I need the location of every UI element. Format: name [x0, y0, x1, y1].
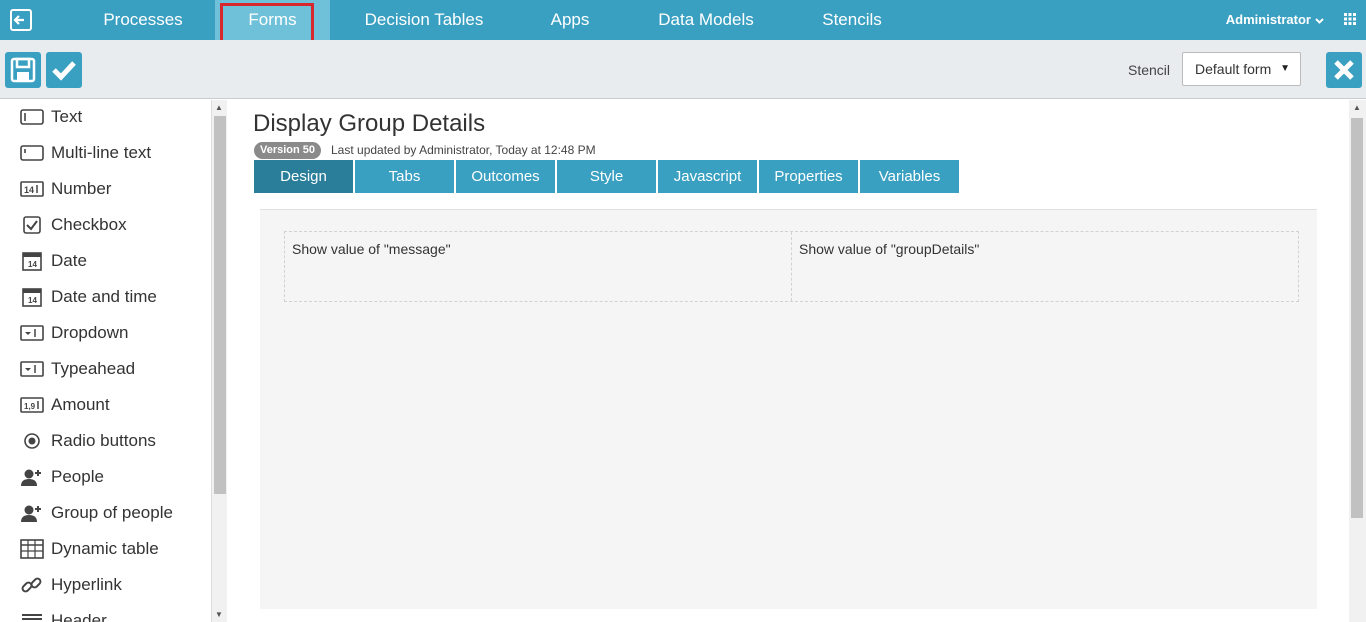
palette-item-label: Checkbox: [51, 215, 127, 234]
palette-item-label: Group of people: [51, 503, 173, 522]
palette-item-number[interactable]: 14 Number: [20, 177, 111, 201]
palette-item-checkbox[interactable]: Checkbox: [20, 213, 127, 237]
number-icon: 14: [20, 179, 44, 199]
palette-item-radio-buttons[interactable]: Radio buttons: [20, 429, 156, 453]
multiline-text-icon: [20, 143, 44, 163]
palette-item-label: People: [51, 467, 104, 486]
tab-style[interactable]: Style: [557, 160, 656, 193]
scroll-down-icon[interactable]: ▼: [215, 610, 223, 619]
tab-javascript[interactable]: Javascript: [658, 160, 757, 193]
palette-item-header[interactable]: Header: [20, 609, 107, 622]
people-icon: [20, 467, 44, 487]
scroll-up-icon[interactable]: ▲: [215, 103, 223, 112]
link-icon: [20, 575, 44, 595]
palette-item-date[interactable]: 14 Date: [20, 249, 87, 273]
close-editor-button[interactable]: [1326, 52, 1362, 88]
svg-text:1,9: 1,9: [24, 402, 36, 411]
typeahead-icon: [20, 359, 44, 379]
palette-item-label: Amount: [51, 395, 110, 414]
nav-data-models[interactable]: Data Models: [642, 0, 770, 40]
tab-properties[interactable]: Properties: [759, 160, 858, 193]
palette-item-label: Hyperlink: [51, 575, 122, 594]
palette-item-label: Multi-line text: [51, 143, 152, 162]
chevron-down-icon: [1315, 18, 1324, 24]
palette-item-label: Number: [51, 179, 112, 198]
back-to-home-icon[interactable]: [10, 9, 32, 31]
svg-text:14: 14: [28, 296, 37, 305]
tab-tabs[interactable]: Tabs: [355, 160, 454, 193]
palette-item-label: Dropdown: [51, 323, 129, 342]
date-icon: 14: [20, 251, 44, 271]
text-field-icon: [20, 107, 44, 127]
nav-processes[interactable]: Processes: [84, 0, 202, 40]
palette-item-people[interactable]: People: [20, 465, 104, 489]
palette-item-label: Dynamic table: [51, 539, 159, 558]
palette-item-hyperlink[interactable]: Hyperlink: [20, 573, 122, 597]
editor-toolbar: Stencil Default form ▼: [0, 40, 1366, 99]
palette-item-label: Date and time: [51, 287, 157, 306]
date-time-icon: 14: [20, 287, 44, 307]
palette-item-amount[interactable]: 1,9 Amount: [20, 393, 110, 417]
palette-item-multiline-text[interactable]: Multi-line text: [20, 141, 151, 165]
tab-outcomes[interactable]: Outcomes: [456, 160, 555, 193]
nav-apps[interactable]: Apps: [532, 0, 608, 40]
form-field-group-details[interactable]: Show value of "groupDetails": [791, 232, 1298, 301]
palette-item-label: Date: [51, 251, 87, 270]
editor-tabs: Design Tabs Outcomes Style Javascript Pr…: [254, 160, 961, 193]
svg-text:14: 14: [28, 260, 37, 269]
top-navigation: Processes Forms Decision Tables Apps Dat…: [0, 0, 1366, 46]
palette-item-typeahead[interactable]: Typeahead: [20, 357, 135, 381]
palette-item-label: Radio buttons: [51, 431, 156, 450]
form-row: Show value of "message" Show value of "g…: [284, 231, 1299, 302]
nav-stencils[interactable]: Stencils: [806, 0, 898, 40]
palette-item-text[interactable]: Text: [20, 105, 82, 129]
tab-variables[interactable]: Variables: [860, 160, 959, 193]
checkbox-icon: [20, 215, 44, 235]
svg-text:14: 14: [24, 185, 34, 195]
checkmark-icon: [52, 61, 76, 81]
amount-icon: 1,9: [20, 395, 44, 415]
main-scroll-thumb[interactable]: [1351, 118, 1363, 518]
palette-item-dynamic-table[interactable]: Dynamic table: [20, 537, 159, 561]
palette-scrollbar[interactable]: ▲ ▼: [211, 100, 227, 622]
palette-item-label: Typeahead: [51, 359, 136, 378]
user-name: Administrator: [1225, 12, 1311, 27]
page-title: Display Group Details: [253, 110, 486, 137]
form-field-message[interactable]: Show value of "message": [285, 232, 791, 301]
close-icon: [1334, 60, 1354, 80]
palette-item-label: Header: [51, 611, 107, 622]
save-icon: [10, 57, 36, 83]
save-button[interactable]: [5, 52, 41, 88]
palette-item-date-time[interactable]: 14 Date and time: [20, 285, 157, 309]
apps-grid-icon[interactable]: [1344, 13, 1356, 25]
scroll-up-icon[interactable]: ▲: [1353, 103, 1361, 112]
dropdown-icon: [20, 323, 44, 343]
version-badge: Version 50: [254, 142, 322, 159]
nav-decision-tables[interactable]: Decision Tables: [350, 0, 498, 40]
save-and-close-button[interactable]: [46, 52, 82, 88]
header-icon: [20, 611, 44, 622]
stencil-value: Default form: [1195, 61, 1272, 77]
tab-design[interactable]: Design: [254, 160, 353, 193]
user-menu[interactable]: Administrator: [1226, 12, 1324, 27]
design-canvas[interactable]: Show value of "message" Show value of "g…: [260, 209, 1317, 609]
stencil-label: Stencil: [1128, 62, 1171, 78]
nav-forms[interactable]: Forms: [215, 0, 330, 40]
group-icon: [20, 503, 44, 523]
field-palette: Text Multi-line text 14 Number Checkbox …: [0, 100, 227, 622]
palette-item-label: Text: [51, 107, 83, 126]
form-editor: Display Group Details Version 50 Last up…: [228, 100, 1349, 622]
stencil-select[interactable]: Default form ▼: [1182, 52, 1301, 86]
main-scrollbar[interactable]: ▲: [1349, 100, 1366, 622]
radio-icon: [20, 431, 44, 451]
palette-scroll-thumb[interactable]: [214, 116, 226, 494]
last-updated-text: Last updated by Administrator, Today at …: [331, 143, 596, 157]
palette-item-dropdown[interactable]: Dropdown: [20, 321, 129, 345]
dropdown-arrow-icon: ▼: [1280, 63, 1290, 74]
table-icon: [20, 539, 44, 559]
palette-item-group-of-people[interactable]: Group of people: [20, 501, 173, 525]
